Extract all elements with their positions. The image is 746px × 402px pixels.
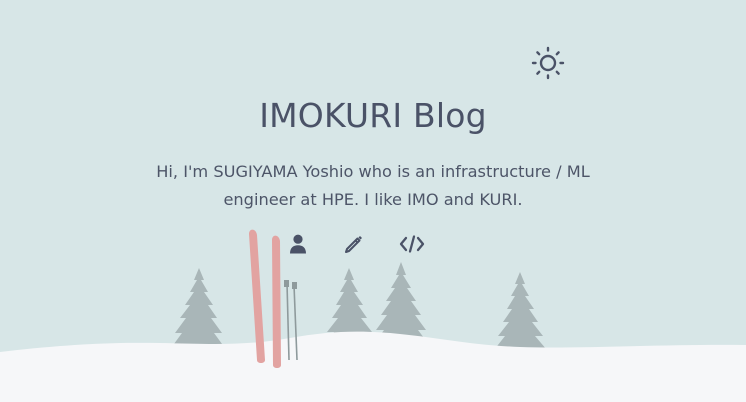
code-link[interactable] — [398, 232, 426, 256]
posts-link[interactable] — [342, 232, 366, 256]
pine-tree — [494, 272, 547, 350]
theme-toggle-button[interactable] — [529, 45, 567, 81]
blog-title: IMOKURI Blog — [259, 96, 487, 135]
sun-icon — [531, 46, 565, 80]
snow-ground — [0, 331, 746, 402]
social-links — [0, 232, 746, 258]
pine-trees — [171, 262, 547, 350]
person-icon — [290, 234, 306, 254]
pine-tree — [372, 262, 430, 346]
blog-description: Hi, I'm SUGIYAMA Yoshio who is an infras… — [156, 162, 590, 209]
pine-tree — [322, 268, 376, 348]
ski-poles — [284, 280, 298, 361]
about-link[interactable] — [287, 232, 309, 256]
pencil-icon — [345, 236, 362, 253]
pine-tree — [171, 268, 225, 348]
code-icon — [399, 235, 425, 253]
